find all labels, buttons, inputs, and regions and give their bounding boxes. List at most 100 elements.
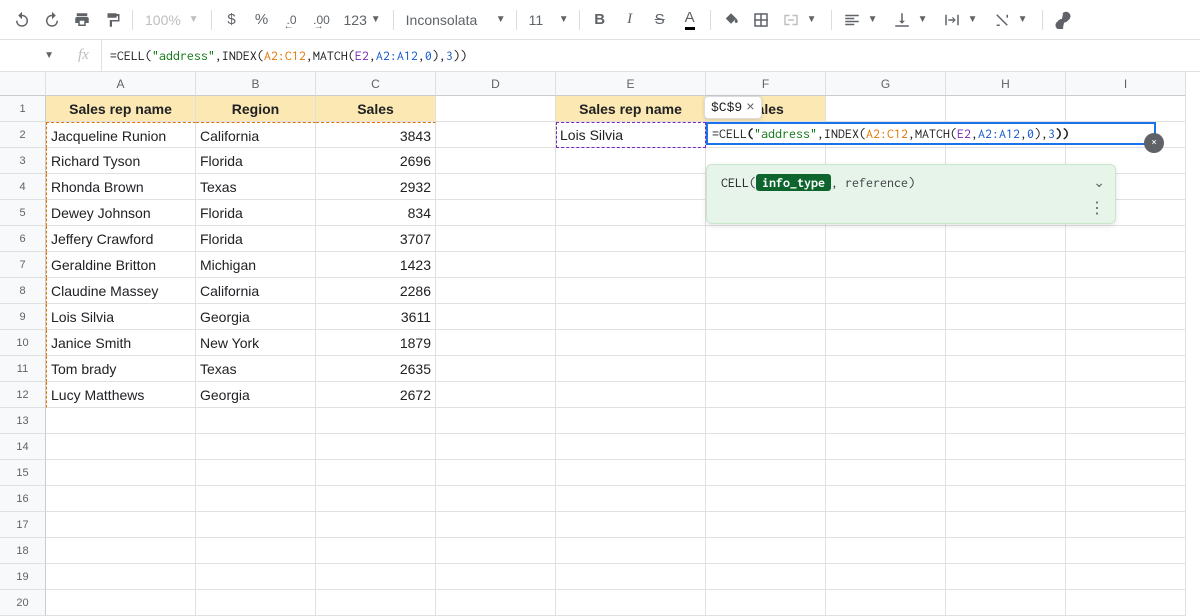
cell-A16[interactable] [46, 486, 196, 512]
cell-G16[interactable] [826, 486, 946, 512]
row-header-19[interactable]: 19 [0, 564, 46, 590]
row-header-4[interactable]: 4 [0, 174, 46, 200]
cell-C13[interactable] [316, 408, 436, 434]
row-header-15[interactable]: 15 [0, 460, 46, 486]
cell-A2[interactable]: Jacqueline Runion [46, 122, 196, 148]
cell-A6[interactable]: Jeffery Crawford [46, 226, 196, 252]
cell-I16[interactable] [1066, 486, 1186, 512]
cell-E15[interactable] [556, 460, 706, 486]
v-align-button[interactable] [888, 6, 916, 34]
bold-button[interactable]: B [586, 6, 614, 34]
cell-F9[interactable] [706, 304, 826, 330]
fill-color-button[interactable] [717, 6, 745, 34]
cell-G8[interactable] [826, 278, 946, 304]
cell-C8[interactable]: 2286 [316, 278, 436, 304]
row-header-7[interactable]: 7 [0, 252, 46, 278]
cell-G20[interactable] [826, 590, 946, 616]
h-align-arrow[interactable]: ▼ [868, 14, 886, 25]
cell-F7[interactable] [706, 252, 826, 278]
cell-F12[interactable] [706, 382, 826, 408]
cell-B17[interactable] [196, 512, 316, 538]
cell-E20[interactable] [556, 590, 706, 616]
row-header-1[interactable]: 1 [0, 96, 46, 122]
row-header-5[interactable]: 5 [0, 200, 46, 226]
cell-C20[interactable] [316, 590, 436, 616]
cell-H11[interactable] [946, 356, 1066, 382]
wrap-arrow[interactable]: ▼ [968, 14, 986, 25]
strikethrough-button[interactable]: S [646, 6, 674, 34]
cell-B3[interactable]: Florida [196, 148, 316, 174]
cell-A12[interactable]: Lucy Matthews [46, 382, 196, 408]
cell-G6[interactable] [826, 226, 946, 252]
row-header-11[interactable]: 11 [0, 356, 46, 382]
italic-button[interactable]: I [616, 6, 644, 34]
cell-G17[interactable] [826, 512, 946, 538]
cell-E16[interactable] [556, 486, 706, 512]
cell-C7[interactable]: 1423 [316, 252, 436, 278]
cell-D6[interactable] [436, 226, 556, 252]
cell-B11[interactable]: Texas [196, 356, 316, 382]
borders-button[interactable] [747, 6, 775, 34]
cell-F8[interactable] [706, 278, 826, 304]
cell-edit-overlay[interactable]: =CELL("address",INDEX(A2:C12,MATCH(E2,A2… [706, 122, 1156, 145]
cell-D3[interactable] [436, 148, 556, 174]
cell-A9[interactable]: Lois Silvia [46, 304, 196, 330]
cell-H7[interactable] [946, 252, 1066, 278]
cell-C16[interactable] [316, 486, 436, 512]
cell-B7[interactable]: Michigan [196, 252, 316, 278]
cell-C10[interactable]: 1879 [316, 330, 436, 356]
cell-C3[interactable]: 2696 [316, 148, 436, 174]
cell-B19[interactable] [196, 564, 316, 590]
cell-C4[interactable]: 2932 [316, 174, 436, 200]
cell-H16[interactable] [946, 486, 1066, 512]
cell-E6[interactable] [556, 226, 706, 252]
cell-A18[interactable] [46, 538, 196, 564]
cell-A10[interactable]: Janice Smith [46, 330, 196, 356]
cell-H13[interactable] [946, 408, 1066, 434]
cell-G10[interactable] [826, 330, 946, 356]
cell-E4[interactable] [556, 174, 706, 200]
column-header-I[interactable]: I [1066, 72, 1186, 96]
column-header-H[interactable]: H [946, 72, 1066, 96]
cell-B18[interactable] [196, 538, 316, 564]
cell-D19[interactable] [436, 564, 556, 590]
row-header-13[interactable]: 13 [0, 408, 46, 434]
cell-E18[interactable] [556, 538, 706, 564]
cell-B14[interactable] [196, 434, 316, 460]
row-header-12[interactable]: 12 [0, 382, 46, 408]
text-color-button[interactable]: A [676, 6, 704, 34]
cell-B13[interactable] [196, 408, 316, 434]
cell-C6[interactable]: 3707 [316, 226, 436, 252]
cell-F18[interactable] [706, 538, 826, 564]
cell-C17[interactable] [316, 512, 436, 538]
cell-G18[interactable] [826, 538, 946, 564]
cell-F11[interactable] [706, 356, 826, 382]
cell-E3[interactable] [556, 148, 706, 174]
cell-C18[interactable] [316, 538, 436, 564]
cell-B8[interactable]: California [196, 278, 316, 304]
cell-B16[interactable] [196, 486, 316, 512]
cell-E7[interactable] [556, 252, 706, 278]
cell-G15[interactable] [826, 460, 946, 486]
cell-E5[interactable] [556, 200, 706, 226]
row-header-10[interactable]: 10 [0, 330, 46, 356]
cell-C19[interactable] [316, 564, 436, 590]
h-align-button[interactable] [838, 6, 866, 34]
cell-E12[interactable] [556, 382, 706, 408]
cell-A20[interactable] [46, 590, 196, 616]
cell-G12[interactable] [826, 382, 946, 408]
cell-G7[interactable] [826, 252, 946, 278]
cell-H9[interactable] [946, 304, 1066, 330]
font-size-arrow[interactable]: ▼ [555, 14, 573, 25]
column-header-F[interactable]: F [706, 72, 826, 96]
cell-H1[interactable] [946, 96, 1066, 122]
cell-H15[interactable] [946, 460, 1066, 486]
cell-I13[interactable] [1066, 408, 1186, 434]
cell-H6[interactable] [946, 226, 1066, 252]
cell-B6[interactable]: Florida [196, 226, 316, 252]
cell-G14[interactable] [826, 434, 946, 460]
cell-D14[interactable] [436, 434, 556, 460]
row-header-18[interactable]: 18 [0, 538, 46, 564]
cell-I9[interactable] [1066, 304, 1186, 330]
row-header-2[interactable]: 2 [0, 122, 46, 148]
